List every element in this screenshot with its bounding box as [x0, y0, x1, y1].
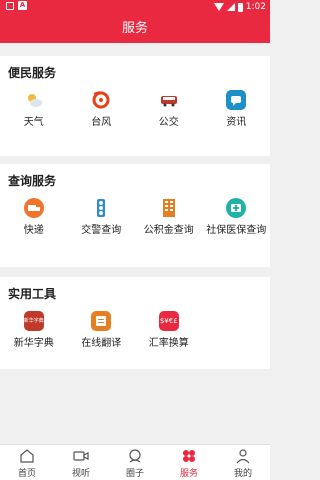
section-convenience: 便民服务 天气 台风 公交 资讯 [0, 56, 270, 156]
section-tools: 实用工具 新华字典 新华字典 在线翻译 $¥€£ 汇率换算 [0, 277, 270, 369]
weather-icon [24, 90, 44, 110]
home-icon [20, 449, 34, 463]
medical-icon [226, 198, 247, 218]
currency-icon: $¥€£ [158, 311, 179, 331]
nav-circle[interactable]: 圈子 [108, 445, 162, 480]
service-housing-fund[interactable]: 公积金查询 [135, 198, 203, 237]
battery-icon [237, 2, 243, 12]
service-traffic-police[interactable]: 交警查询 [68, 198, 136, 237]
nav-services[interactable]: 服务 [162, 445, 216, 480]
status-bar: A 1:02 [0, 0, 270, 14]
tool-currency[interactable]: $¥€£ 汇率换算 [135, 311, 203, 350]
signal-icon [226, 3, 235, 11]
typhoon-icon [91, 90, 111, 110]
tool-translate[interactable]: 在线翻译 [68, 311, 136, 350]
traffic-light-icon [91, 198, 111, 218]
status-time: 1:02 [245, 2, 266, 12]
service-express[interactable]: 快递 [0, 198, 68, 237]
service-weather[interactable]: 天气 [0, 90, 68, 129]
nav-profile[interactable]: 我的 [216, 445, 270, 480]
notification-icon [6, 1, 14, 10]
nav-video[interactable]: 视听 [54, 445, 108, 480]
news-icon [226, 90, 247, 110]
a-notification-icon: A [18, 1, 27, 10]
building-icon [159, 198, 179, 218]
section-title: 实用工具 [8, 287, 57, 301]
tool-dictionary[interactable]: 新华字典 新华字典 [0, 311, 68, 350]
bus-icon [159, 90, 179, 110]
services-icon [183, 450, 195, 462]
video-icon [73, 451, 89, 461]
service-bus[interactable]: 公交 [135, 90, 203, 129]
express-icon [23, 198, 44, 218]
profile-icon [236, 449, 250, 464]
service-social-insurance[interactable]: 社保医保查询 [203, 198, 271, 237]
translate-icon [91, 311, 112, 331]
section-query: 查询服务 快递 交警查询 公积金查询 社保医保查询 [0, 164, 270, 267]
service-news[interactable]: 资讯 [203, 90, 271, 129]
section-title: 便民服务 [8, 66, 57, 80]
circle-icon [129, 449, 141, 463]
section-title: 查询服务 [8, 174, 57, 188]
dictionary-icon: 新华字典 [23, 311, 44, 331]
wifi-icon [213, 3, 224, 11]
bottom-navigation: 首页 视听 圈子 服务 我的 [0, 444, 270, 480]
service-typhoon[interactable]: 台风 [68, 90, 136, 129]
nav-home[interactable]: 首页 [0, 445, 54, 480]
page-title: 服务 [0, 14, 270, 43]
